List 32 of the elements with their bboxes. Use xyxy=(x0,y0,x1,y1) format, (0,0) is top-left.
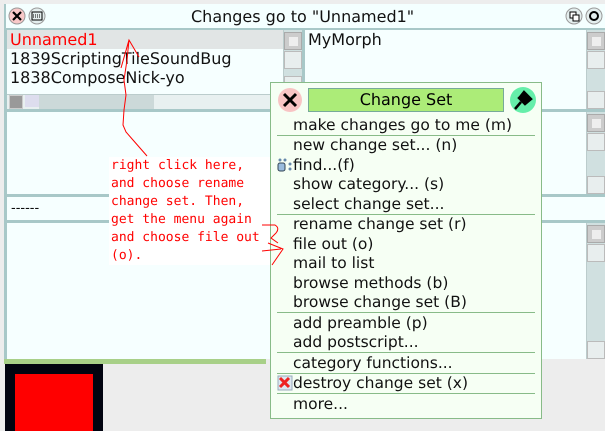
list-item[interactable]: MyMorph xyxy=(305,30,586,49)
menu-item[interactable]: new change set... (n) xyxy=(293,136,458,154)
scrollbar[interactable] xyxy=(586,30,605,109)
delete-icon xyxy=(277,375,293,392)
menu-item[interactable]: rename change set (r) xyxy=(293,215,467,234)
arrow xyxy=(262,242,284,266)
annotation-text: right click here, and choose rename change set. Then, get the menu again and choose file out (o). xyxy=(109,157,270,265)
menu-icon[interactable] xyxy=(28,7,46,25)
menu-item[interactable]: show category... (s) xyxy=(293,175,444,194)
close-icon[interactable] xyxy=(277,87,303,113)
menu-item[interactable]: destroy change set (x) xyxy=(293,374,468,392)
expand-icon[interactable] xyxy=(585,7,603,25)
menu-item[interactable]: select change set... xyxy=(293,194,444,213)
pin-icon[interactable] xyxy=(509,86,537,114)
scrollbar[interactable] xyxy=(586,112,605,194)
menu-item[interactable]: browse methods (b) xyxy=(293,274,448,292)
menu-item[interactable]: add postscript... xyxy=(293,333,419,352)
menu-item[interactable]: category functions... xyxy=(293,354,453,372)
collapse-icon[interactable] xyxy=(565,7,583,25)
menu-item[interactable]: file out (o) xyxy=(293,234,374,253)
dots-icon xyxy=(277,158,293,172)
window-title: Changes go to "Unnamed1" xyxy=(191,6,416,26)
menu-title: Change Set xyxy=(308,88,504,112)
menu-item[interactable]: mail to list xyxy=(293,254,374,272)
close-icon[interactable] xyxy=(8,7,26,25)
menu-item[interactable]: browse change set (B) xyxy=(293,293,467,312)
scrollbar[interactable] xyxy=(586,223,605,359)
menu-item[interactable]: more... xyxy=(293,394,348,413)
menu-item[interactable]: make changes go to me (m) xyxy=(293,116,512,134)
menu-item[interactable]: add preamble (p) xyxy=(293,314,428,332)
separator-text: ------ xyxy=(10,201,40,216)
menu-item[interactable]: find...(f) xyxy=(293,156,355,174)
